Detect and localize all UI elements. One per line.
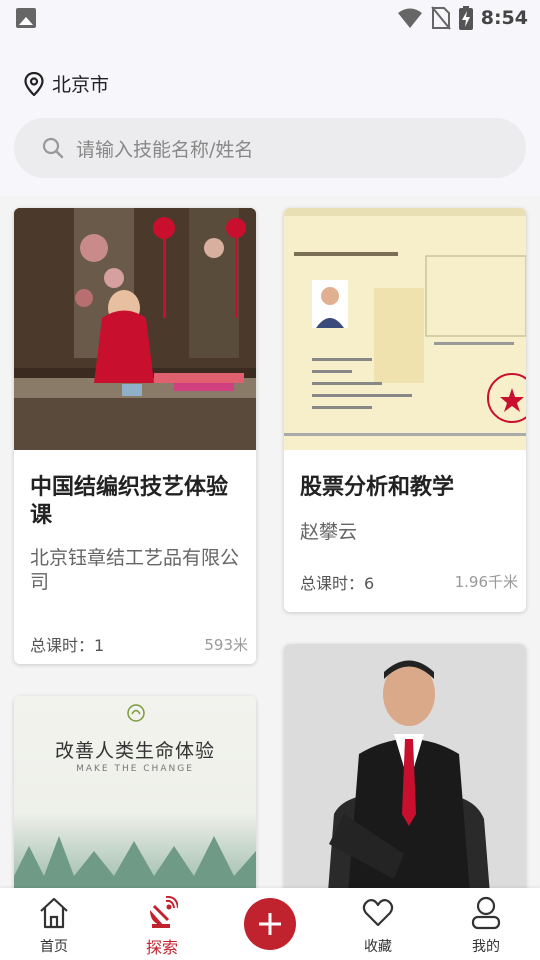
user-icon bbox=[471, 896, 501, 930]
course-distance: 1.96千米 bbox=[454, 573, 518, 591]
poster-title: 改善人类生命体验 bbox=[54, 740, 215, 762]
poster-subtitle: MAKE THE CHANGE bbox=[76, 764, 194, 774]
forest-illustration bbox=[14, 836, 256, 888]
tab-explore-label: 探索 bbox=[145, 938, 178, 957]
course-lessons: 总课时：6 bbox=[300, 574, 375, 593]
course-title: 中国结编织技艺体验课 bbox=[30, 475, 229, 528]
course-card[interactable]: 改善人类生命体验 MAKE THE CHANGE bbox=[14, 696, 256, 888]
tab-home[interactable]: 首页 bbox=[14, 888, 94, 960]
tab-favorites[interactable]: 收藏 bbox=[338, 888, 418, 960]
product-poster-photo: 改善人类生命体验 MAKE THE CHANGE bbox=[14, 696, 256, 888]
gallery-icon bbox=[16, 8, 36, 28]
tab-home-label: 首页 bbox=[40, 939, 68, 955]
tab-mine[interactable]: 我的 bbox=[446, 888, 526, 960]
course-distance: 593米 bbox=[204, 636, 248, 654]
status-icons: 8:54 bbox=[397, 5, 528, 31]
location-pin-icon bbox=[24, 71, 44, 96]
course-card[interactable]: 中国结编织技艺体验课 北京钰章结工艺品有限公司 总课时：1 593米 bbox=[14, 208, 256, 664]
tab-favorites-label: 收藏 bbox=[364, 939, 392, 955]
heart-icon bbox=[362, 899, 394, 927]
bottom-tabbar: 首页 探索 收藏 我的 bbox=[0, 888, 540, 960]
satellite-dish-icon bbox=[150, 896, 178, 928]
course-lessons: 总课时：1 bbox=[30, 636, 105, 655]
no-sim-icon bbox=[430, 6, 451, 30]
tab-mine-label: 我的 bbox=[472, 939, 500, 955]
course-card[interactable]: 股票分析和教学 赵攀云 总课时：6 1.96千米 bbox=[284, 208, 526, 612]
search-placeholder: 请输入技能名称/姓名 bbox=[76, 138, 254, 161]
location-label: 北京市 bbox=[52, 74, 110, 96]
chinese-knot-weaving-photo bbox=[14, 208, 256, 450]
search-icon bbox=[42, 137, 64, 159]
header: 北京市 请输入技能名称/姓名 bbox=[0, 36, 540, 196]
wifi-icon bbox=[397, 8, 422, 28]
location-selector[interactable]: 北京市 bbox=[24, 70, 109, 97]
brand-logo-icon bbox=[127, 704, 145, 722]
home-icon bbox=[40, 897, 68, 929]
course-list: 中国结编织技艺体验课 北京钰章结工艺品有限公司 总课时：1 593米 股票分析和… bbox=[0, 196, 540, 888]
course-teacher: 赵攀云 bbox=[300, 521, 358, 543]
course-title: 股票分析和教学 bbox=[300, 475, 455, 500]
portrait-man-in-suit-photo bbox=[284, 644, 526, 888]
battery-charging-icon bbox=[458, 6, 473, 30]
add-button[interactable] bbox=[244, 898, 296, 950]
search-input[interactable]: 请输入技能名称/姓名 bbox=[14, 118, 526, 178]
course-card[interactable] bbox=[284, 644, 526, 888]
status-bar: 8:54 bbox=[0, 0, 540, 36]
fund-certificate-photo bbox=[284, 208, 526, 450]
status-time: 8:54 bbox=[480, 7, 528, 29]
tab-explore[interactable]: 探索 bbox=[122, 888, 202, 960]
course-provider: 北京钰章结工艺品有限公司 bbox=[30, 547, 240, 593]
